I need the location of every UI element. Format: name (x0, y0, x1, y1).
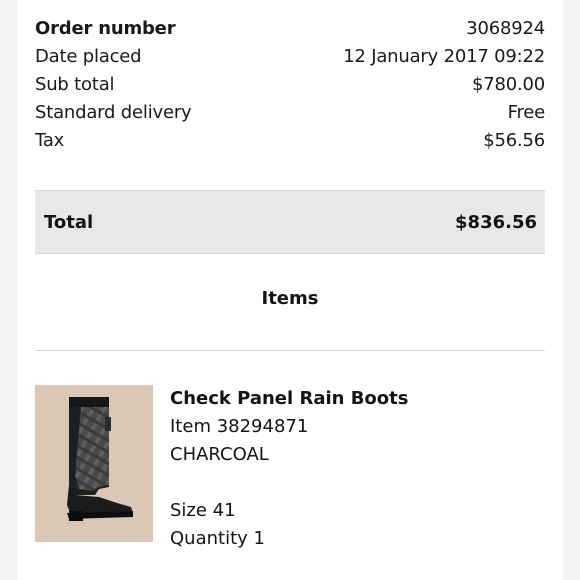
subtotal-label: Sub total (35, 73, 115, 95)
order-details-card: Order number 3068924 Date placed 12 Janu… (18, 0, 563, 580)
date-placed-label: Date placed (35, 45, 142, 67)
total-label: Total (44, 211, 94, 233)
order-number-value: 3068924 (466, 17, 545, 39)
total-value: $836.56 (455, 211, 537, 233)
delivery-value: Free (507, 101, 546, 123)
product-name[interactable]: Check Panel Rain Boots (170, 385, 408, 413)
delivery-row: Standard delivery Free (35, 98, 545, 126)
item-quantity: Quantity 1 (170, 528, 265, 549)
item-color: CHARCOAL (170, 444, 269, 465)
divider (35, 350, 545, 351)
rain-boot-icon (35, 385, 153, 542)
order-number-label: Order number (35, 17, 176, 39)
subtotal-row: Sub total $780.00 (35, 70, 545, 98)
tax-row: Tax $56.56 (35, 126, 545, 154)
tax-label: Tax (35, 129, 65, 151)
subtotal-value: $780.00 (471, 73, 545, 95)
items-heading: Items (261, 288, 319, 309)
tax-value: $56.56 (483, 129, 545, 151)
total-row: Total $836.56 (35, 190, 545, 254)
order-number-row: Order number 3068924 (35, 14, 545, 42)
item-number: Item 38294871 (170, 416, 309, 437)
date-placed-row: Date placed 12 January 2017 09:22 (35, 42, 545, 70)
order-summary: Order number 3068924 Date placed 12 Janu… (35, 14, 545, 154)
order-item[interactable]: Check Panel Rain Boots Item 38294871 CHA… (35, 385, 545, 555)
delivery-label: Standard delivery (35, 101, 192, 123)
product-info: Check Panel Rain Boots Item 38294871 CHA… (170, 385, 408, 553)
item-size: Size 41 (170, 500, 236, 521)
product-image[interactable] (35, 385, 153, 542)
date-placed-value: 12 January 2017 09:22 (343, 45, 545, 67)
